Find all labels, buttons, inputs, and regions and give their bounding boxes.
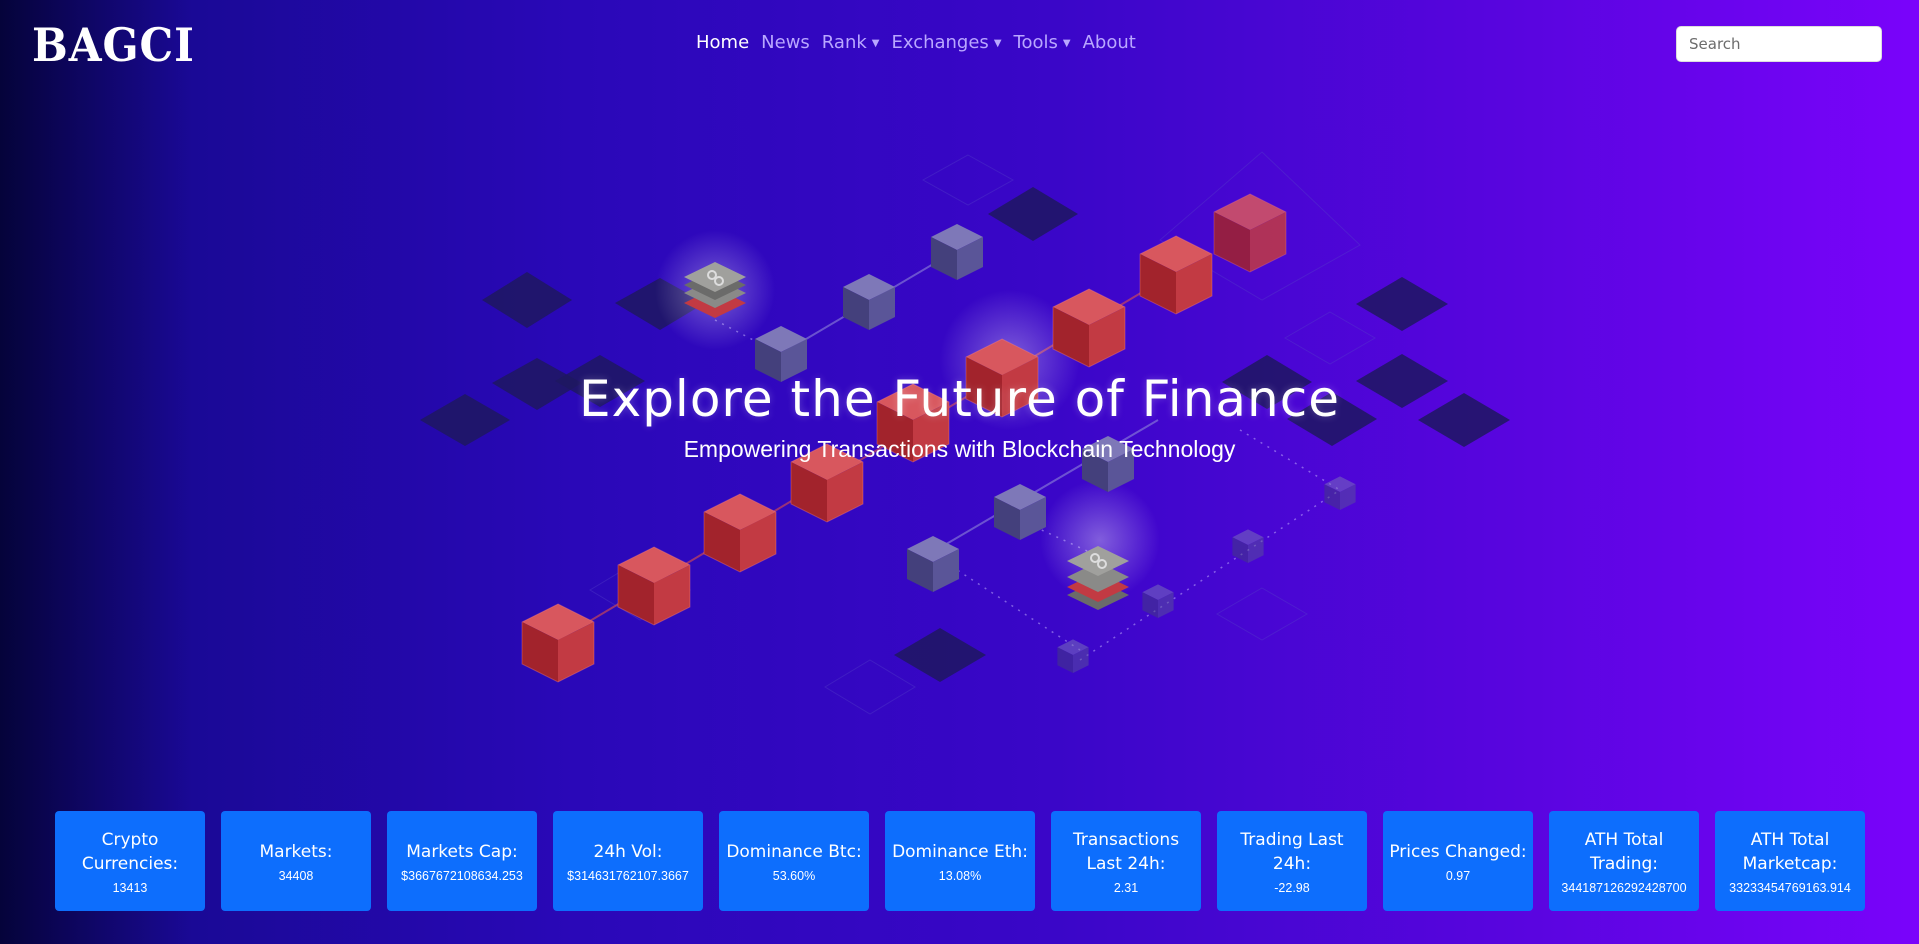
stat-value: $314631762107.3667 bbox=[567, 868, 689, 883]
stat-card-transactions-24h: Transactions Last 24h: 2.31 bbox=[1051, 811, 1201, 911]
stat-value: 33233454769163.914 bbox=[1729, 880, 1851, 895]
stat-value: 53.60% bbox=[772, 868, 816, 883]
hero-title: Explore the Future of Finance bbox=[579, 370, 1340, 428]
stat-value: 13413 bbox=[112, 880, 148, 895]
stat-card-24h-vol: 24h Vol: $314631762107.3667 bbox=[553, 811, 703, 911]
blockchain-illustration bbox=[420, 151, 1510, 715]
stat-card-dominance-eth: Dominance Eth: 13.08% bbox=[885, 811, 1035, 911]
stat-label: 24h Vol: bbox=[593, 841, 663, 862]
stat-label: Dominance Eth: bbox=[892, 841, 1028, 862]
stat-label: Trading Last 24h: bbox=[1240, 829, 1344, 874]
stat-value: 2.31 bbox=[1113, 880, 1139, 895]
stat-card-prices-changed: Prices Changed: 0.97 bbox=[1383, 811, 1533, 911]
stat-value: 344187126292428700 bbox=[1561, 880, 1687, 895]
stat-label: Transactions Last 24h: bbox=[1072, 829, 1180, 874]
stat-card-markets-cap: Markets Cap: $3667672108634.253 bbox=[387, 811, 537, 911]
stat-card-dominance-btc: Dominance Btc: 53.60% bbox=[719, 811, 869, 911]
stat-value: -22.98 bbox=[1274, 880, 1310, 895]
stat-card-ath-total-trading: ATH Total Trading: 344187126292428700 bbox=[1549, 811, 1699, 911]
stat-card-crypto-currencies: Crypto Currencies: 13413 bbox=[55, 811, 205, 911]
stat-label: Markets Cap: bbox=[406, 841, 518, 862]
stat-label: Crypto Currencies: bbox=[81, 829, 179, 874]
stat-label: ATH Total Marketcap: bbox=[1742, 829, 1838, 874]
stat-card-ath-total-marketcap: ATH Total Marketcap: 33233454769163.914 bbox=[1715, 811, 1865, 911]
stat-label: Dominance Btc: bbox=[726, 841, 862, 862]
stats-bar: Crypto Currencies: 13413 Markets: 34408 … bbox=[55, 811, 1865, 911]
stat-label: ATH Total Trading: bbox=[1584, 829, 1664, 874]
stat-label: Prices Changed: bbox=[1389, 841, 1527, 862]
stat-card-markets: Markets: 34408 bbox=[221, 811, 371, 911]
stat-card-trading-24h: Trading Last 24h: -22.98 bbox=[1217, 811, 1367, 911]
stat-label: Markets: bbox=[259, 841, 333, 862]
hero-subtitle: Empowering Transactions with Blockchain … bbox=[683, 436, 1236, 462]
stat-value: 34408 bbox=[278, 868, 314, 883]
stat-value: $3667672108634.253 bbox=[401, 868, 523, 883]
stat-value: 0.97 bbox=[1445, 868, 1471, 883]
stat-value: 13.08% bbox=[938, 868, 982, 883]
